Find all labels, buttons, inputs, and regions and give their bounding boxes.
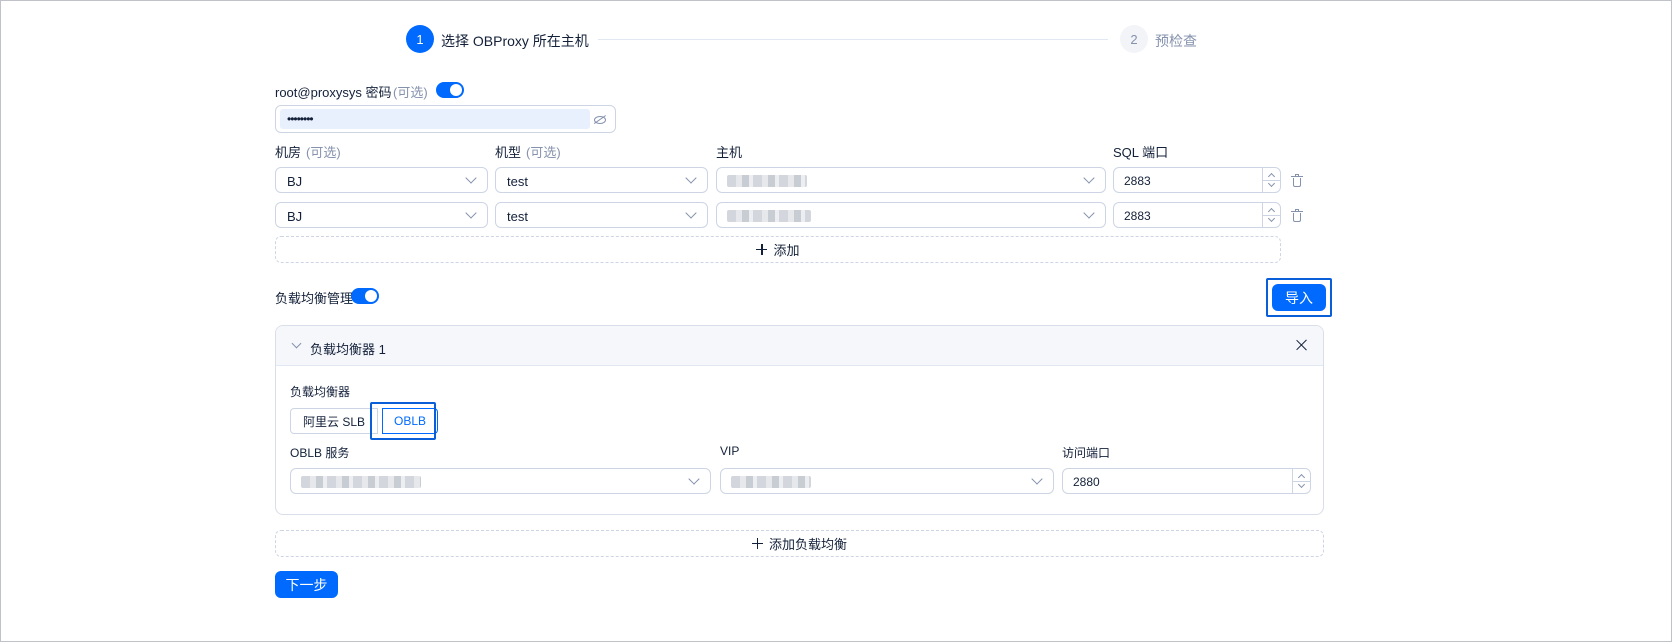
port-value: 2883 (1124, 174, 1151, 188)
plus-icon (751, 538, 763, 549)
access-port-label: 访问端口 (1062, 446, 1111, 460)
lb-panel: 负载均衡器 1 负载均衡器 阿里云 SLB OBLB OBLB 服务 VIP 访… (275, 325, 1324, 515)
col-port-label: SQL 端口 (1113, 145, 1169, 160)
caret-down-icon[interactable] (1267, 214, 1276, 223)
port-input[interactable]: 2883 (1113, 167, 1281, 193)
password-autofill-bg (280, 109, 590, 129)
oblb-highlight (370, 402, 436, 440)
step-1-indicator: 1 (406, 25, 434, 53)
password-optional: (可选) (393, 85, 428, 100)
port-value: 2883 (1124, 209, 1151, 223)
oblb-service-label: OBLB 服务 (290, 446, 350, 460)
oblb-service-redacted (301, 476, 421, 488)
step-connector (598, 39, 1108, 40)
idc-value: BJ (287, 174, 303, 189)
col-idc-label: 机房 (275, 145, 302, 160)
step-2-indicator: 2 (1120, 25, 1148, 53)
model-select[interactable]: test (495, 202, 708, 228)
chevron-down-icon (685, 207, 697, 219)
radio-aliyun-slb[interactable]: 阿里云 SLB (290, 408, 379, 434)
plus-icon (756, 244, 768, 255)
password-switch[interactable] (436, 82, 464, 98)
caret-down-icon[interactable] (1267, 179, 1276, 188)
password-value: •••••••• (287, 112, 314, 126)
chevron-down-icon (1083, 207, 1095, 219)
chevron-down-icon (465, 207, 477, 219)
lb-field-label: 负载均衡器 (290, 385, 351, 399)
port-stepper[interactable] (1262, 168, 1280, 192)
idc-select[interactable]: BJ (275, 202, 488, 228)
chevron-down-icon (1083, 172, 1095, 184)
idc-value: BJ (287, 209, 303, 224)
trash-icon[interactable] (1291, 209, 1303, 222)
import-label: 导入 (1285, 289, 1313, 306)
next-label: 下一步 (285, 576, 328, 593)
host-select[interactable] (716, 167, 1106, 193)
access-port-stepper[interactable] (1292, 469, 1310, 493)
add-lb-label: 添加负载均衡 (768, 537, 847, 552)
port-stepper[interactable] (1262, 203, 1280, 227)
host-value-redacted (727, 210, 811, 222)
chevron-down-icon (465, 172, 477, 184)
chevron-down-icon (688, 473, 700, 485)
col-idc-optional: (可选) (306, 145, 341, 160)
model-value: test (507, 209, 528, 224)
lb-panel-header[interactable]: 负载均衡器 1 (276, 326, 1323, 366)
add-host-label: 添加 (773, 243, 800, 258)
add-lb-button[interactable]: 添加负载均衡 (275, 530, 1324, 557)
model-value: test (507, 174, 528, 189)
trash-icon[interactable] (1291, 174, 1303, 187)
eye-invisible-icon[interactable] (594, 116, 606, 124)
access-port-value: 2880 (1073, 475, 1100, 489)
lb-panel-title: 负载均衡器 1 (310, 342, 386, 357)
vip-label: VIP (720, 444, 740, 458)
chevron-down-icon[interactable] (291, 338, 302, 349)
col-host-label: 主机 (716, 145, 743, 160)
password-label: root@proxysys 密码 (275, 85, 392, 100)
import-button[interactable]: 导入 (1272, 284, 1326, 311)
step-2-label: 预检查 (1155, 33, 1197, 49)
host-select[interactable] (716, 202, 1106, 228)
vip-select[interactable] (720, 468, 1054, 494)
idc-select[interactable]: BJ (275, 167, 488, 193)
col-model-optional: (可选) (526, 145, 561, 160)
chevron-down-icon (1031, 473, 1043, 485)
next-button[interactable]: 下一步 (275, 571, 338, 598)
password-input[interactable]: •••••••• (275, 105, 616, 133)
port-input[interactable]: 2883 (1113, 202, 1281, 228)
host-value-redacted (727, 175, 807, 187)
model-select[interactable]: test (495, 167, 708, 193)
lb-manage-label: 负载均衡管理 (275, 291, 354, 306)
close-icon[interactable] (1295, 338, 1309, 352)
vip-redacted (731, 476, 811, 488)
step-2-index: 2 (1130, 31, 1138, 47)
chevron-down-icon (685, 172, 697, 184)
col-model-label: 机型 (495, 145, 522, 160)
access-port-input[interactable]: 2880 (1062, 468, 1311, 494)
step-1-index: 1 (416, 31, 424, 47)
step-1-label: 选择 OBProxy 所在主机 (441, 33, 589, 49)
caret-down-icon[interactable] (1297, 480, 1306, 489)
oblb-service-select[interactable] (290, 468, 711, 494)
add-host-button[interactable]: 添加 (275, 236, 1281, 263)
lb-manage-switch[interactable] (351, 288, 379, 304)
